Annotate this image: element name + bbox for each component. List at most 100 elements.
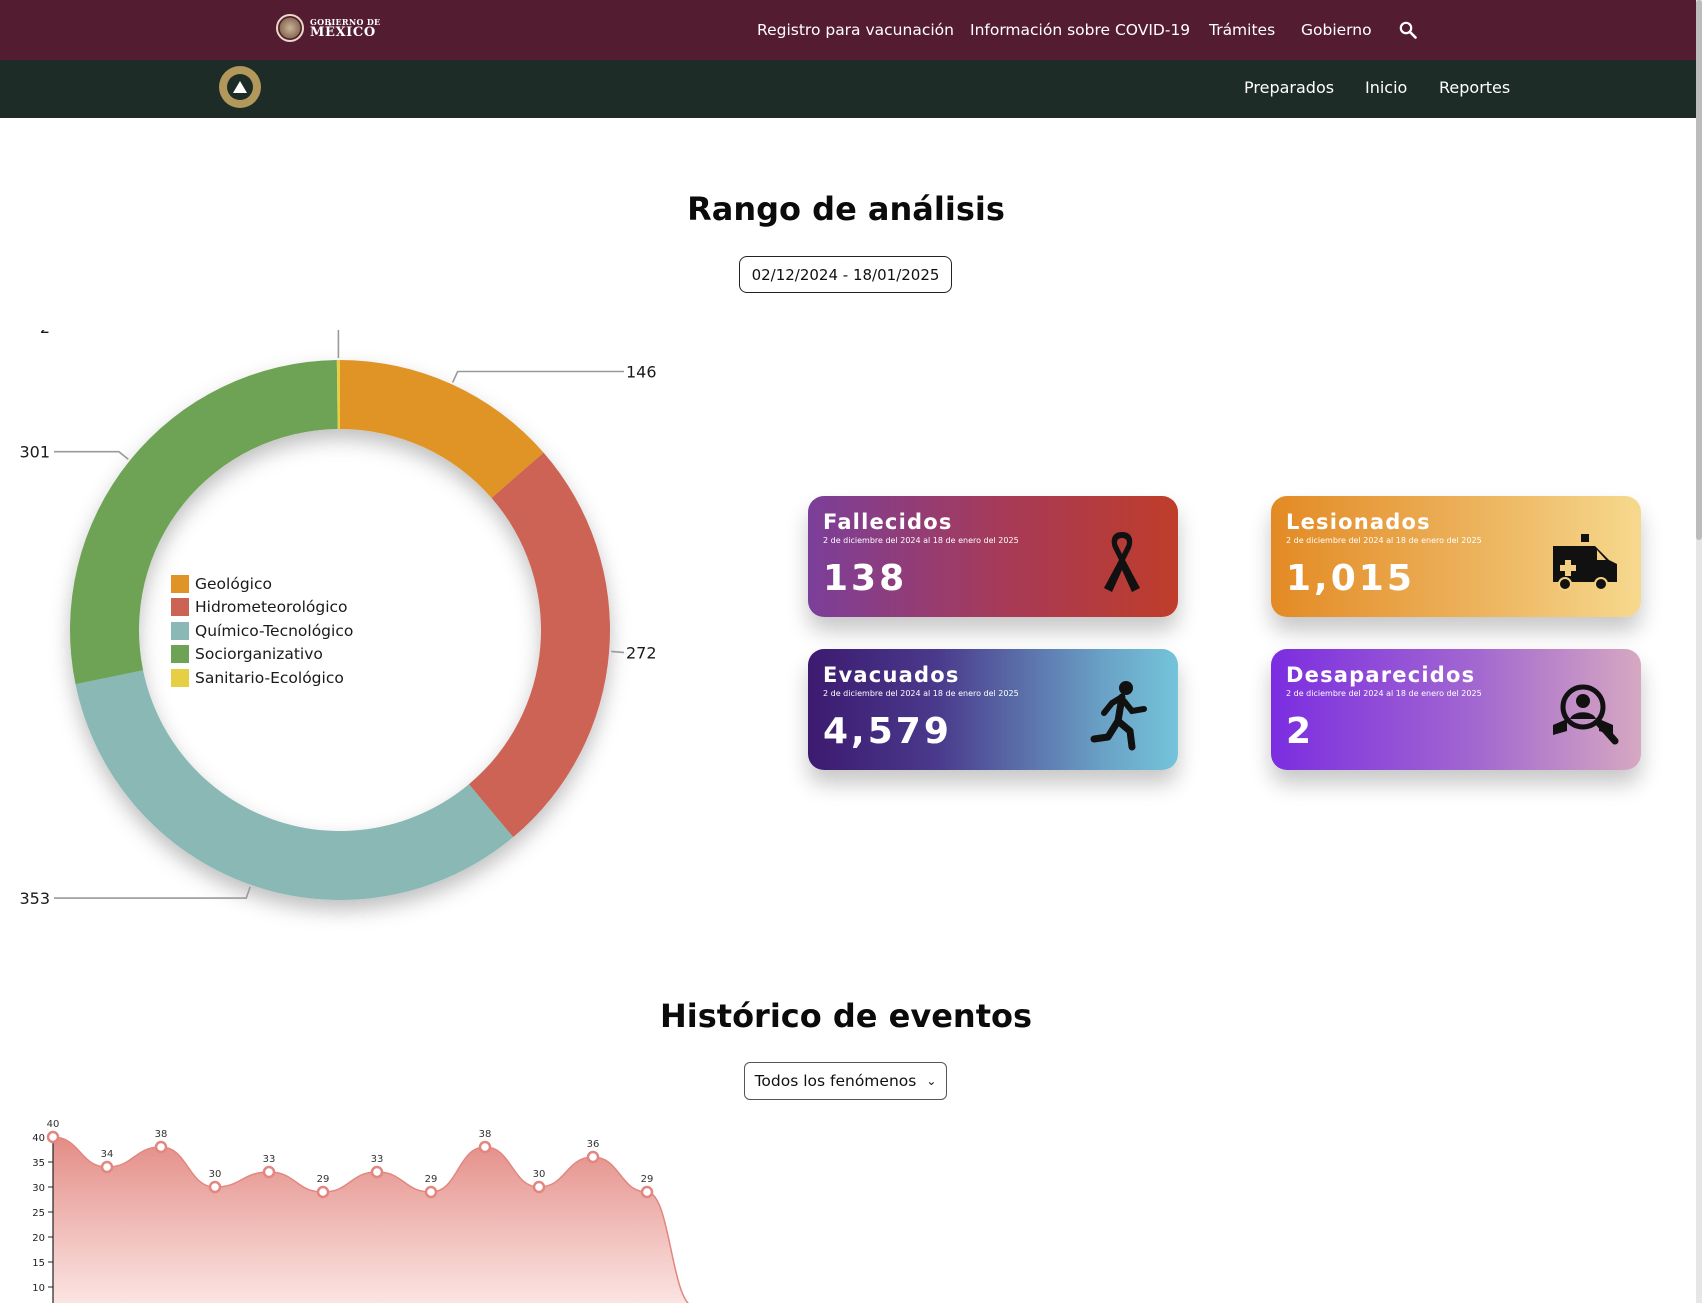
donut-slice[interactable]: [340, 360, 544, 498]
legend-item[interactable]: Hidrometeorológico: [171, 596, 353, 620]
nav-gobierno[interactable]: Gobierno: [1301, 21, 1372, 39]
person-search-icon: [1553, 684, 1619, 745]
card-title: Desaparecidos: [1286, 663, 1476, 687]
area-point-label: 38: [479, 1129, 492, 1140]
area-point-label: 36: [587, 1139, 600, 1150]
legend-swatch: [171, 598, 189, 617]
card-value: 2: [1286, 711, 1315, 752]
area-point-label: 33: [263, 1154, 276, 1165]
donut-value-label: 2: [40, 330, 50, 337]
donut-legend: Geológico Hidrometeorológico Químico-Tecno…: [171, 572, 353, 690]
y-tick-label: 15: [32, 1258, 45, 1269]
legend-label: Sanitario-Ecológico: [195, 668, 344, 687]
analysis-title: Rango de análisis: [687, 190, 1005, 228]
history-title: Histórico de eventos: [659, 997, 1033, 1035]
nav-inicio[interactable]: Inicio: [1365, 78, 1407, 97]
area-point[interactable]: [586, 1150, 600, 1164]
triangle-icon: [233, 81, 247, 93]
nav-registro-vacunacion[interactable]: Registro para vacunación: [757, 21, 954, 39]
card-period: 2 de diciembre del 2024 al 18 de enero d…: [823, 536, 1019, 545]
legend-label: Químico-Tecnológico: [195, 621, 354, 640]
donut-slice[interactable]: [75, 670, 514, 900]
card-value: 4,579: [823, 711, 952, 752]
nav-reportes[interactable]: Reportes: [1439, 78, 1510, 97]
donut-value-label: 353: [19, 889, 50, 908]
donut-leader-line: [611, 650, 624, 654]
history-area-chart: 10 15 20 25 30 35 4040 34 38 30 33 29 33 29 38 30 36 29: [32, 1119, 695, 1303]
area-point[interactable]: [478, 1140, 492, 1154]
card-title: Fallecidos: [823, 510, 953, 534]
card-title: Evacuados: [823, 663, 960, 687]
card-period: 2 de diciembre del 2024 al 18 de enero d…: [1286, 536, 1482, 545]
card-evacuados: Evacuados 2 de diciembre del 2024 al 18 …: [808, 649, 1178, 770]
legend-swatch: [171, 574, 189, 593]
y-tick-label: 40: [32, 1133, 45, 1144]
donut-leader-line: [54, 450, 129, 460]
nav-tramites[interactable]: Trámites: [1209, 21, 1275, 39]
area-point[interactable]: [424, 1185, 438, 1199]
legend-label: Geológico: [195, 574, 272, 593]
phenomenon-select[interactable]: Todos los fenómenos ⌄: [744, 1062, 947, 1100]
area-point-label: 33: [371, 1154, 384, 1165]
select-value: Todos los fenómenos: [754, 1072, 917, 1090]
y-tick-label: 25: [32, 1208, 45, 1219]
area-point[interactable]: [316, 1185, 330, 1199]
legend-item[interactable]: Geológico: [171, 572, 353, 596]
nav-preparados[interactable]: Preparados: [1244, 78, 1334, 97]
legend-label: Hidrometeorológico: [195, 598, 348, 617]
government-header: GOBIERNO DE MÉXICO Registro para vacunac…: [0, 0, 1702, 60]
donut-value-label: 301: [19, 443, 50, 462]
search-icon[interactable]: [1399, 21, 1417, 39]
ribbon-icon: [1104, 532, 1140, 592]
chevron-down-icon: ⌄: [926, 1074, 937, 1088]
area-point[interactable]: [154, 1140, 168, 1154]
nav-informacion-covid[interactable]: Información sobre COVID-19: [970, 21, 1190, 39]
area-point-label: 34: [101, 1149, 114, 1160]
area-point[interactable]: [46, 1130, 60, 1144]
area-point-label: 38: [155, 1129, 168, 1140]
ambulance-icon: [1553, 534, 1617, 591]
y-tick-label: 10: [32, 1283, 45, 1294]
area-point[interactable]: [370, 1165, 384, 1179]
donut-leader-line: [54, 886, 251, 899]
legend-item[interactable]: Sanitario-Ecológico: [171, 666, 353, 690]
card-value: 1,015: [1286, 558, 1415, 599]
area-point-label: 30: [533, 1169, 546, 1180]
y-tick-label: 35: [32, 1158, 45, 1169]
card-lesionados: Lesionados 2 de diciembre del 2024 al 18…: [1271, 496, 1641, 617]
government-nav: Registro para vacunación Información sob…: [0, 0, 1702, 60]
area-point[interactable]: [100, 1160, 114, 1174]
area-point[interactable]: [262, 1165, 276, 1179]
proteccion-civil-logo[interactable]: [219, 66, 261, 108]
page-scrollbar[interactable]: [1696, 0, 1702, 1303]
legend-swatch: [171, 645, 189, 664]
card-title: Lesionados: [1286, 510, 1431, 534]
area-point[interactable]: [640, 1185, 654, 1199]
running-person-icon: [1090, 681, 1147, 751]
area-point[interactable]: [208, 1180, 222, 1194]
date-range-picker[interactable]: 02/12/2024 - 18/01/2025: [739, 256, 952, 293]
y-tick-label: 30: [32, 1183, 45, 1194]
donut-value-label: 272: [626, 643, 657, 662]
y-tick-label: 20: [32, 1233, 45, 1244]
legend-label: Sociorganizativo: [195, 645, 323, 664]
area-point-label: 30: [209, 1169, 222, 1180]
card-period: 2 de diciembre del 2024 al 18 de enero d…: [1286, 689, 1482, 698]
area-point[interactable]: [532, 1180, 546, 1194]
area-point-label: 29: [641, 1174, 654, 1185]
donut-slice[interactable]: [468, 452, 610, 838]
legend-swatch: [171, 621, 189, 640]
area-point-label: 40: [47, 1119, 60, 1130]
scrollbar-thumb[interactable]: [1696, 0, 1702, 540]
area-point-label: 29: [425, 1174, 438, 1185]
donut-leader-line: [337, 330, 340, 359]
card-period: 2 de diciembre del 2024 al 18 de enero d…: [823, 689, 1019, 698]
donut-value-label: 146: [626, 363, 657, 382]
card-desaparecidos: Desaparecidos 2 de diciembre del 2024 al…: [1271, 649, 1641, 770]
legend-item[interactable]: Sociorganizativo: [171, 643, 353, 667]
card-value: 138: [823, 558, 908, 599]
legend-item[interactable]: Químico-Tecnológico: [171, 619, 353, 643]
donut-leader-line: [451, 370, 624, 383]
legend-swatch: [171, 668, 189, 687]
area-point-label: 29: [317, 1174, 330, 1185]
